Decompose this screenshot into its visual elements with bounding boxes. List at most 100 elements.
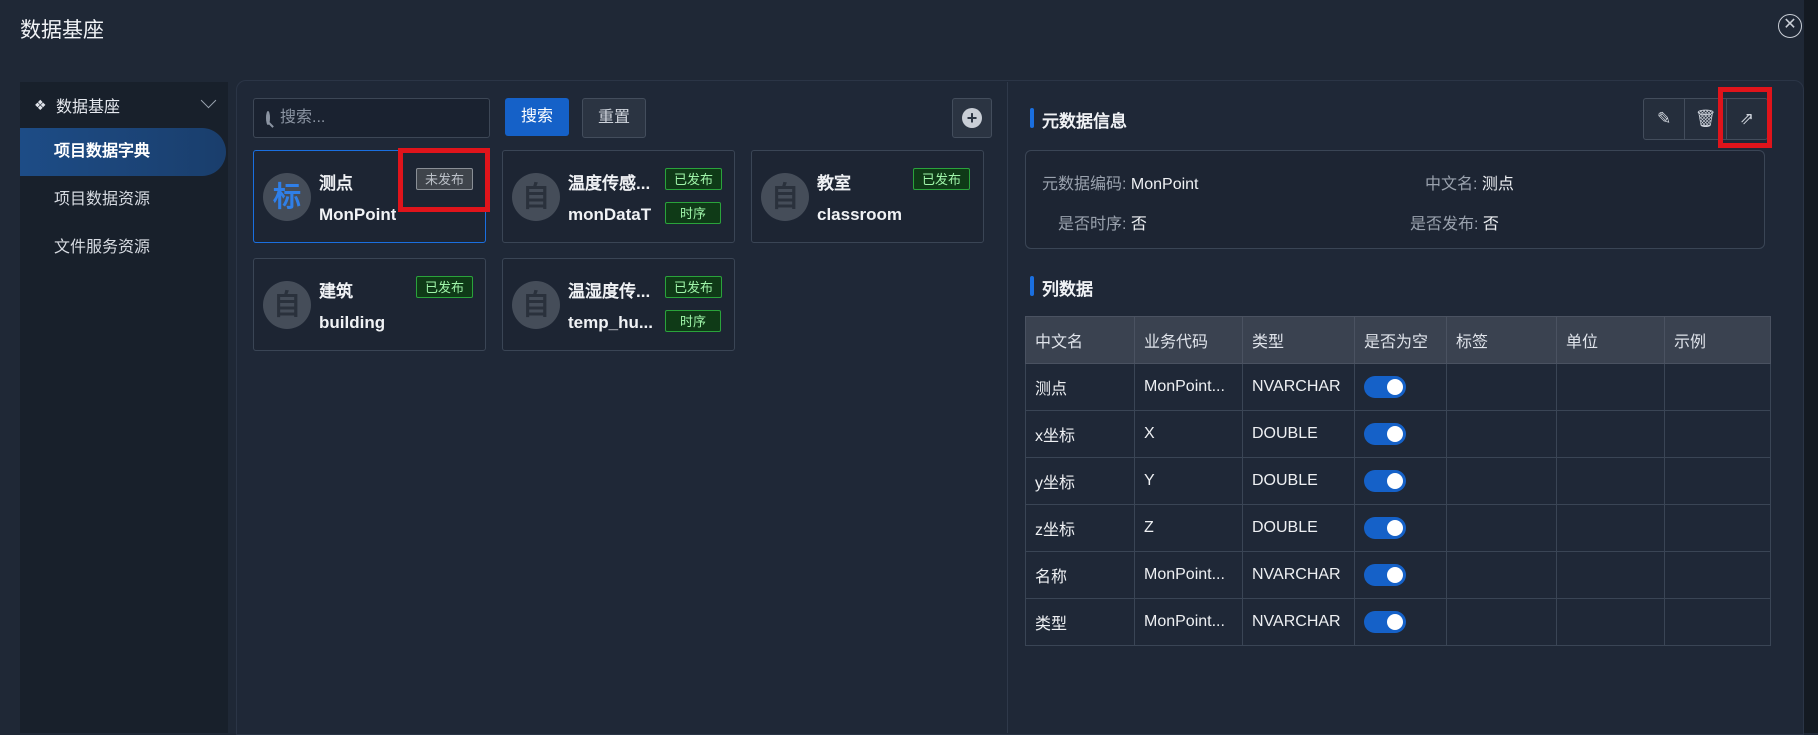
meta-pub-label: 是否发布: <box>1410 216 1479 233</box>
card-en-name: MonPoint <box>319 205 397 224</box>
card-cn-name: 温湿度传... <box>568 282 651 301</box>
meta-ts-label: 是否时序: <box>1058 216 1127 233</box>
status-badge: 已发布 <box>913 168 971 190</box>
window-title: 数据基座 <box>20 19 104 42</box>
search-box[interactable] <box>253 98 490 138</box>
cell-nullable <box>1354 551 1447 599</box>
meta-code: 元数据编码: MonPoint <box>1042 170 1199 194</box>
sidebar-item-files[interactable]: 文件服务资源 <box>20 224 228 272</box>
meta-info-box <box>1025 150 1765 249</box>
dataset-card-building[interactable]: 自 建筑 building 已发布 <box>253 258 486 351</box>
meta-cname-label: 中文名: <box>1425 176 1478 193</box>
cell-cn: z坐标 <box>1025 504 1135 552</box>
cols-section-title: 列数据 <box>1030 275 1093 300</box>
meta-code-value: MonPoint <box>1130 176 1199 193</box>
cell-cn: 测点 <box>1025 363 1135 411</box>
nullable-toggle[interactable] <box>1364 423 1406 445</box>
timeseries-badge: 时序 <box>665 310 722 332</box>
sidebar: ❖ 数据基座 项目数据字典 项目数据资源 文件服务资源 <box>20 82 228 733</box>
cell-code: MonPoint... <box>1134 363 1243 411</box>
cell-nullable <box>1354 457 1447 505</box>
column-header: 示例 <box>1664 316 1771 364</box>
meta-published: 是否发布: 否 <box>1410 210 1499 234</box>
meta-cname-value: 测点 <box>1481 176 1514 193</box>
avatar: 标 <box>263 173 311 221</box>
columns-table: 中文名 业务代码 类型 是否为空 标签 单位 示例 测点 MonPoint...… <box>1025 316 1771 646</box>
meta-pub-value: 否 <box>1482 216 1499 233</box>
panel-divider <box>1007 82 1008 733</box>
search-button[interactable]: 搜索 <box>505 98 569 136</box>
status-badge: 已发布 <box>665 276 723 298</box>
add-button[interactable]: + <box>952 98 992 138</box>
chevron-down-icon[interactable] <box>200 92 217 109</box>
column-header: 中文名 <box>1025 316 1135 364</box>
edit-list-icon[interactable]: ✎ <box>1644 99 1686 139</box>
table-row[interactable]: 名称 MonPoint... NVARCHAR <box>1025 551 1771 599</box>
plus-circle-icon: + <box>962 108 982 128</box>
table-row[interactable]: 类型 MonPoint... NVARCHAR <box>1025 598 1771 646</box>
cell-type: DOUBLE <box>1242 410 1355 458</box>
meta-section-title: 元数据信息 <box>1030 107 1127 132</box>
search-icon <box>266 111 270 125</box>
cell-code: MonPoint... <box>1134 598 1243 646</box>
card-en-name: classroom <box>817 205 903 224</box>
sidebar-item-resources[interactable]: 项目数据资源 <box>20 176 228 224</box>
cell-unit <box>1556 551 1665 599</box>
nullable-toggle[interactable] <box>1364 611 1406 633</box>
cell-type: NVARCHAR <box>1242 363 1355 411</box>
reset-button[interactable]: 重置 <box>582 98 646 138</box>
cell-example <box>1664 551 1771 599</box>
card-en-name: monDataT <box>568 205 652 224</box>
meta-ts-value: 否 <box>1130 216 1147 233</box>
meta-code-label: 元数据编码: <box>1042 176 1127 193</box>
highlight-box <box>398 148 490 212</box>
highlight-box <box>1718 87 1772 148</box>
cell-cn: 类型 <box>1025 598 1135 646</box>
dataset-card-classroom[interactable]: 自 教室 classroom 已发布 <box>751 150 984 243</box>
dataset-card-humidity[interactable]: 自 温湿度传... temp_hu... 已发布 时序 <box>502 258 735 351</box>
cell-tag <box>1446 457 1557 505</box>
cell-unit <box>1556 504 1665 552</box>
cell-unit <box>1556 410 1665 458</box>
table-row[interactable]: 测点 MonPoint... NVARCHAR <box>1025 363 1771 411</box>
cell-type: NVARCHAR <box>1242 598 1355 646</box>
cell-unit <box>1556 457 1665 505</box>
table-row[interactable]: y坐标 Y DOUBLE <box>1025 457 1771 505</box>
cell-tag <box>1446 551 1557 599</box>
card-cn-name: 测点 <box>319 174 353 193</box>
cell-example <box>1664 598 1771 646</box>
card-cn-name: 建筑 <box>319 282 353 301</box>
cell-cn: 名称 <box>1025 551 1135 599</box>
cell-example <box>1664 410 1771 458</box>
cell-code: Z <box>1134 504 1243 552</box>
table-row[interactable]: x坐标 X DOUBLE <box>1025 410 1771 458</box>
avatar: 自 <box>512 173 560 221</box>
nullable-toggle[interactable] <box>1364 470 1406 492</box>
table-header-row: 中文名 业务代码 类型 是否为空 标签 单位 示例 <box>1025 316 1771 364</box>
avatar: 自 <box>761 173 809 221</box>
sidebar-header[interactable]: ❖ 数据基座 <box>20 82 228 128</box>
nullable-toggle[interactable] <box>1364 376 1406 398</box>
avatar: 自 <box>512 281 560 329</box>
table-row[interactable]: z坐标 Z DOUBLE <box>1025 504 1771 552</box>
cell-unit <box>1556 363 1665 411</box>
column-header: 类型 <box>1242 316 1355 364</box>
dataset-card-temperature[interactable]: 自 温度传感... monDataT 已发布 时序 <box>502 150 735 243</box>
column-header: 是否为空 <box>1354 316 1447 364</box>
cell-example <box>1664 504 1771 552</box>
cell-nullable <box>1354 410 1447 458</box>
card-cn-name: 温度传感... <box>568 174 651 193</box>
column-header: 单位 <box>1556 316 1665 364</box>
cell-tag <box>1446 410 1557 458</box>
cell-type: DOUBLE <box>1242 457 1355 505</box>
cell-tag <box>1446 504 1557 552</box>
status-badge: 已发布 <box>416 276 474 298</box>
meta-timeseries: 是否时序: 否 <box>1058 210 1147 234</box>
search-input[interactable] <box>270 108 489 128</box>
nullable-toggle[interactable] <box>1364 517 1406 539</box>
card-cn-name: 教室 <box>817 174 851 193</box>
cell-cn: y坐标 <box>1025 457 1135 505</box>
nullable-toggle[interactable] <box>1364 564 1406 586</box>
sidebar-item-dictionary[interactable]: 项目数据字典 <box>20 128 226 176</box>
close-icon[interactable]: ✕ <box>1778 14 1802 38</box>
